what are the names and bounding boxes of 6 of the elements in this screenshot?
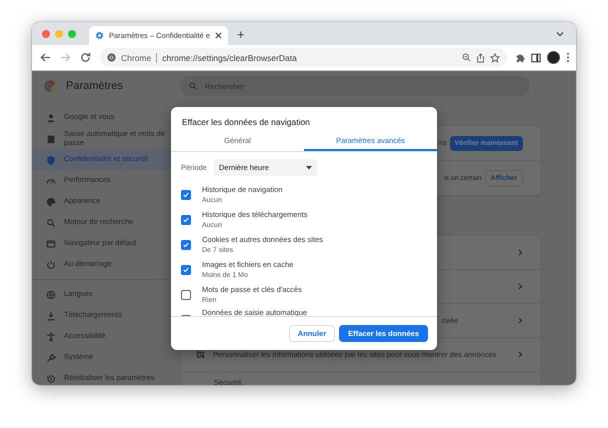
address-bar[interactable]: Chrome chrome://settings/clearBrowserData bbox=[100, 48, 507, 67]
new-tab-button[interactable]: + bbox=[237, 28, 245, 42]
url-text: chrome://settings/clearBrowserData bbox=[162, 52, 298, 62]
site-label: Chrome bbox=[121, 52, 152, 62]
dialog-title: Effacer les données de navigation bbox=[181, 116, 311, 129]
page-title: Paramètres bbox=[66, 80, 123, 92]
